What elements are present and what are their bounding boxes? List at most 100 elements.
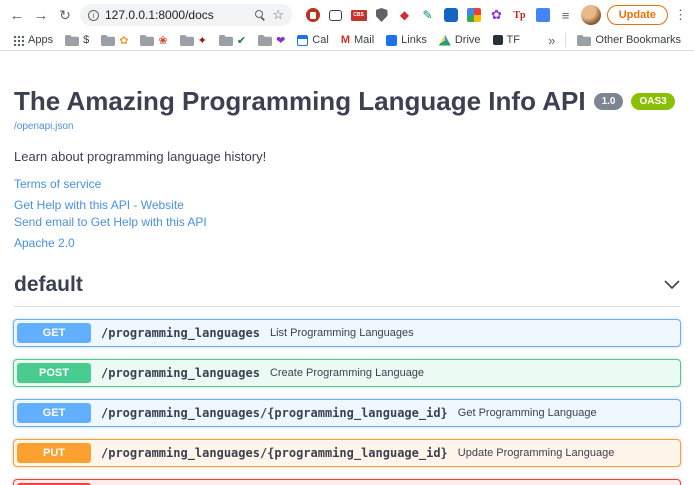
bookmark-tf[interactable]: TF [488,34,525,46]
api-description: Learn about programming language history… [14,149,680,164]
version-badge: 1.0 [594,93,624,110]
page-info-icon[interactable]: i [88,10,99,21]
apps-grid-icon [13,35,24,46]
browser-menu-icon[interactable]: ⋮ [674,7,686,23]
section-default-header[interactable]: default [14,273,680,307]
bookmark-star-icon[interactable]: ☆ [272,7,284,23]
folder-icon [258,35,272,46]
bookmark-label: ✿ [119,34,128,47]
shield-extension-icon[interactable] [373,7,390,24]
chevron-down-icon[interactable] [664,280,680,289]
endpoint-row-get-list[interactable]: GET /programming_languages List Programm… [13,319,681,347]
bookmark-label: ❀ [158,34,167,47]
method-badge: POST [17,363,91,383]
ruby-extension-icon[interactable]: ◆ [396,7,413,24]
tf-icon [493,35,503,45]
bookmarks-bar: Apps $ ✿ ❀ ✦ ✔ ❤ Cal M Mail Links Drive [0,30,694,51]
playlist-extension-icon[interactable]: ≡ [557,7,574,24]
bookmark-folder-check[interactable]: ✔ [214,34,251,47]
bookmark-folder-blossom[interactable]: ❀ [135,34,172,47]
bookmark-mail[interactable]: M Mail [336,34,379,46]
bookmark-label: ❤ [276,34,285,47]
address-bar[interactable]: i 127.0.0.1:8000/docs ☆ [80,4,292,26]
tampermonkey-extension-icon[interactable]: Tp [511,7,528,24]
email-help-link[interactable]: Send email to Get Help with this API [14,215,680,230]
method-badge: GET [17,323,91,343]
bookmark-label: Mail [354,34,374,46]
terms-of-service-link[interactable]: Terms of service [14,177,680,192]
cbs-logo-icon: CBS [351,10,367,21]
endpoint-summary: Get Programming Language [458,407,597,419]
bookmark-label: ✔ [237,34,246,47]
chat-extension-icon[interactable] [327,7,344,24]
api-links: Terms of service Get Help with this API … [14,177,680,251]
bookmark-folder-spark[interactable]: ✦ [175,34,212,47]
bookmark-label: $ [83,34,89,46]
speech-bubble-icon [329,10,342,21]
bookmark-label: Apps [28,34,53,46]
adblock-extension-icon[interactable] [304,7,321,24]
bookmark-drive[interactable]: Drive [434,34,486,46]
endpoint-row-get-one[interactable]: GET /programming_languages/{programming_… [13,399,681,427]
update-button[interactable]: Update [607,5,668,25]
endpoint-path: /programming_languages [101,366,260,380]
endpoint-row-delete[interactable]: DELETE /programming_languages/{programmi… [13,479,681,485]
blue-square-extension-icon[interactable] [534,7,551,24]
forward-icon[interactable]: → [32,7,50,24]
mosaic-grid-icon [467,8,481,22]
endpoint-row-put-update[interactable]: PUT /programming_languages/{programming_… [13,439,681,467]
endpoint-path: /programming_languages [101,326,260,340]
gmail-icon: M [341,34,350,46]
folder-icon [180,35,194,46]
bookmark-label: TF [507,34,520,46]
other-bookmarks[interactable]: Other Bookmarks [572,34,686,46]
bookmarks-separator [565,33,566,47]
pen-extension-icon[interactable]: ✎ [419,7,436,24]
folder-icon [577,35,591,46]
mosaic-extension-icon[interactable] [465,7,482,24]
cbs-extension-icon[interactable]: CBS [350,7,367,24]
api-title: The Amazing Programming Language Info AP… [14,87,680,116]
links-icon [386,35,397,46]
method-badge: PUT [17,443,91,463]
bookmark-folder-flower[interactable]: ✿ [96,34,133,47]
back-icon[interactable]: ← [8,7,26,24]
method-badge: GET [17,403,91,423]
bookmark-label: Links [401,34,427,46]
shield-icon [376,8,388,22]
endpoint-summary: Create Programming Language [270,367,424,379]
folder-icon [65,35,79,46]
stop-hand-icon [306,8,320,22]
bookmark-folder-heart[interactable]: ❤ [253,34,290,47]
endpoint-summary: List Programming Languages [270,327,414,339]
bookmark-links[interactable]: Links [381,34,432,46]
zoom-icon[interactable] [255,10,266,21]
blue-square-icon [536,8,550,22]
blue-app-icon [444,8,458,22]
license-link[interactable]: Apache 2.0 [14,236,680,251]
bookmark-label: Other Bookmarks [595,34,681,46]
pinwheel-extension-icon[interactable]: ✿ [488,7,505,24]
bookmark-folder-dollar[interactable]: $ [60,34,94,46]
folder-icon [219,35,233,46]
url-text: 127.0.0.1:8000/docs [105,8,214,22]
extensions-row: CBS ◆ ✎ ✿ Tp ≡ [298,7,575,24]
apps-shortcut[interactable]: Apps [8,34,58,46]
website-help-link[interactable]: Get Help with this API - Website [14,198,680,213]
bookmark-label: ✦ [198,34,207,47]
api-info-section: The Amazing Programming Language Info AP… [0,87,694,251]
api-title-text: The Amazing Programming Language Info AP… [14,87,586,116]
bookmark-cal[interactable]: Cal [292,34,334,46]
bookmark-label: Cal [312,34,329,46]
openapi-spec-link[interactable]: /openapi.json [14,121,74,132]
endpoint-row-post-create[interactable]: POST /programming_languages Create Progr… [13,359,681,387]
endpoint-path: /programming_languages/{programming_lang… [101,406,448,420]
folder-icon [140,35,154,46]
profile-avatar[interactable] [581,5,601,25]
bookmarks-overflow-icon[interactable]: » [544,33,559,48]
drive-icon [439,35,451,46]
endpoint-summary: Update Programming Language [458,447,615,459]
reload-icon[interactable]: ↻ [56,7,74,24]
blue-app-extension-icon[interactable] [442,7,459,24]
oas3-badge: OAS3 [631,93,674,110]
